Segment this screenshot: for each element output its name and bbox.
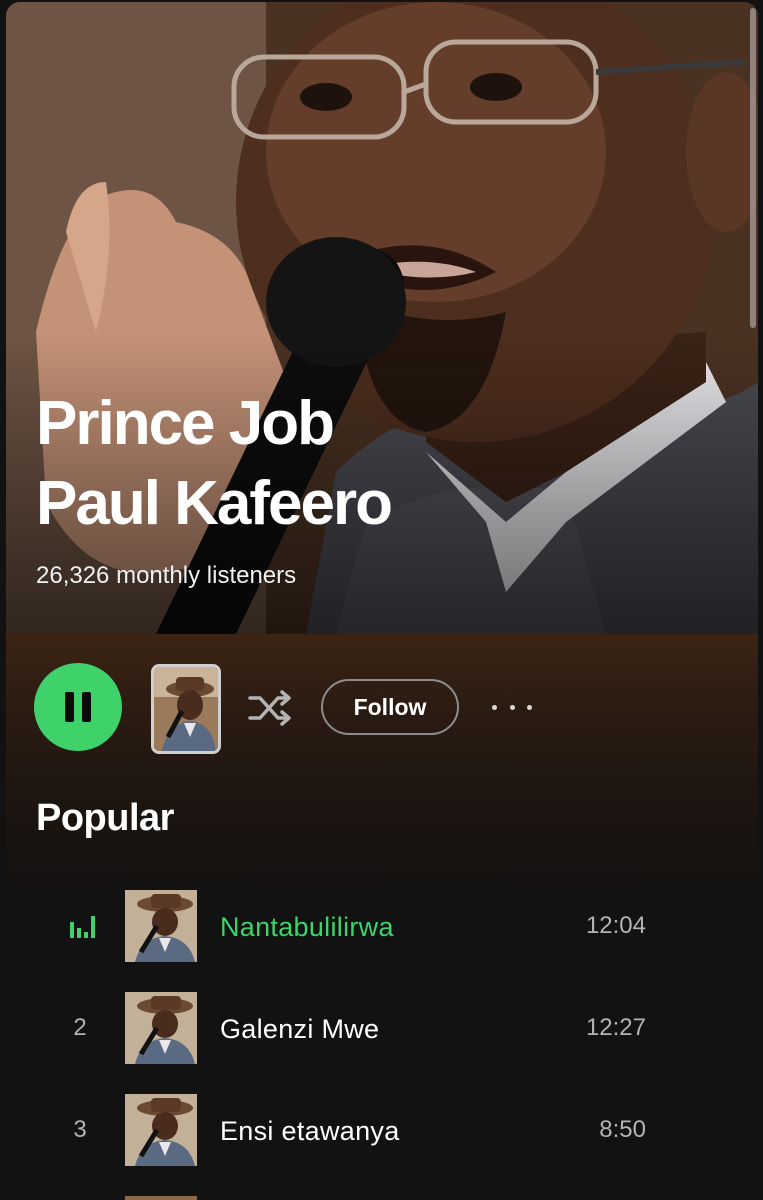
track-duration: 8:50 xyxy=(599,1116,646,1143)
track-row[interactable]: 2 Galenzi Mwe 12:27 xyxy=(6,992,758,1066)
monthly-listeners: 26,326 monthly listeners xyxy=(36,562,297,589)
track-row[interactable]: Nantabulilirwa 12:04 xyxy=(6,890,758,964)
artist-hero-image: Prince Job Paul Kafeero 26,326 monthly l… xyxy=(6,2,758,634)
artist-name: Prince Job Paul Kafeero xyxy=(36,384,596,544)
artist-page: Prince Job Paul Kafeero 26,326 monthly l… xyxy=(6,2,758,1200)
track-thumbnail xyxy=(125,1094,197,1166)
track-row[interactable] xyxy=(6,1196,758,1200)
more-options-icon xyxy=(492,704,497,710)
track-title: Galenzi Mwe xyxy=(220,1014,380,1044)
track-duration: 12:04 xyxy=(585,912,646,939)
shuffle-icon xyxy=(248,690,291,726)
track-number: 3 xyxy=(73,1116,87,1143)
track-duration: 12:27 xyxy=(585,1014,646,1041)
track-number: 2 xyxy=(73,1014,87,1041)
cover-art-image xyxy=(154,667,218,751)
track-title: Nantabulilirwa xyxy=(220,912,394,942)
pause-button[interactable] xyxy=(34,663,122,751)
more-options-button[interactable] xyxy=(492,692,532,722)
track-title: Ensi etawanya xyxy=(220,1116,400,1146)
track-row[interactable]: 3 Ensi etawanya 8:50 xyxy=(6,1094,758,1168)
scrollbar[interactable] xyxy=(750,8,756,328)
popular-section-title: Popular xyxy=(36,797,174,839)
track-thumbnail xyxy=(125,1196,197,1200)
pause-icon xyxy=(61,692,95,722)
track-thumbnail xyxy=(125,992,197,1064)
equalizer-icon xyxy=(70,916,95,938)
track-thumbnail xyxy=(125,890,197,962)
artist-name-line-1: Prince Job xyxy=(36,389,335,458)
follow-button[interactable]: Follow xyxy=(321,679,459,735)
shuffle-button[interactable] xyxy=(246,686,294,730)
artist-name-line-2: Paul Kafeero xyxy=(36,469,393,538)
now-playing-cover[interactable] xyxy=(151,664,221,754)
